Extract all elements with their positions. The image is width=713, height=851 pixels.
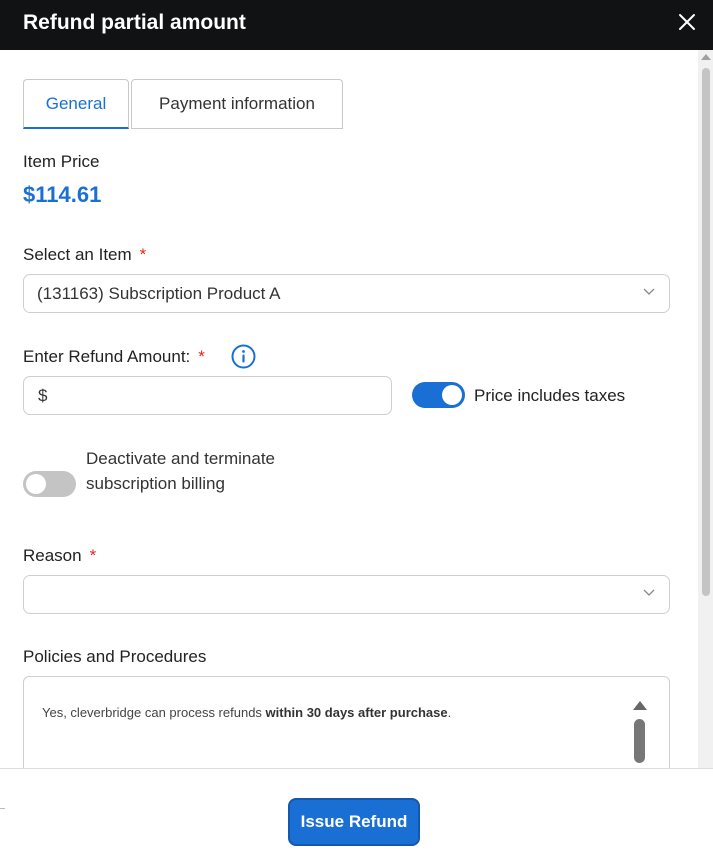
close-icon[interactable] [677, 12, 697, 32]
policies-text-suffix: . [447, 705, 452, 720]
issue-refund-button[interactable]: Issue Refund [288, 798, 420, 846]
select-item-value: (131163) Subscription Product A [37, 284, 281, 303]
policies-text-bold: within 30 days after purchase [265, 705, 448, 720]
tab-payment-information[interactable]: Payment information [131, 79, 343, 129]
deactivate-subscription-label: Deactivate and terminate subscription bi… [86, 449, 275, 493]
scroll-up-arrow-icon[interactable] [701, 54, 711, 60]
divider [0, 808, 5, 809]
toggle-knob [442, 385, 462, 405]
required-mark: * [89, 546, 97, 565]
policies-text-box[interactable]: Yes, cleverbridge can process refunds wi… [23, 676, 670, 776]
dialog-scrollbar-thumb[interactable] [702, 68, 710, 596]
tab-general[interactable]: General [23, 79, 129, 129]
select-item-label: Select an Item * [23, 245, 146, 265]
required-mark: * [139, 245, 147, 264]
policies-text-prefix: Yes, cleverbridge can process refunds [42, 705, 266, 720]
item-price-label: Item Price [23, 152, 100, 171]
select-item-label-text: Select an Item [23, 245, 132, 264]
refund-amount-label-text: Enter Refund Amount: [23, 347, 191, 366]
deactivate-subscription-toggle[interactable] [23, 471, 76, 497]
chevron-down-icon [643, 589, 655, 596]
policies-scroll-up-icon[interactable] [633, 701, 647, 710]
info-icon[interactable] [231, 344, 256, 369]
reason-dropdown[interactable] [23, 575, 670, 614]
policies-text: Yes, cleverbridge can process refunds wi… [42, 705, 451, 720]
refund-amount-input[interactable] [54, 383, 384, 409]
reason-label: Reason * [23, 546, 96, 566]
toggle-knob [26, 474, 46, 494]
currency-prefix: $ [38, 386, 48, 405]
select-item-dropdown[interactable]: (131163) Subscription Product A [23, 274, 670, 313]
reason-label-text: Reason [23, 546, 82, 565]
chevron-down-icon [643, 288, 655, 295]
policies-scrollbar-thumb[interactable] [634, 719, 645, 763]
policies-label: Policies and Procedures [23, 647, 207, 666]
refund-amount-label: Enter Refund Amount: * [23, 347, 205, 367]
item-price-value: $114.61 [23, 182, 102, 207]
required-mark: * [198, 347, 205, 366]
dialog-header: Refund partial amount [0, 0, 713, 50]
dialog-title: Refund partial amount [23, 11, 246, 34]
price-includes-taxes-label: Price includes taxes [474, 386, 626, 405]
price-includes-taxes-toggle[interactable] [412, 382, 465, 408]
refund-amount-field[interactable]: $ [23, 376, 392, 415]
